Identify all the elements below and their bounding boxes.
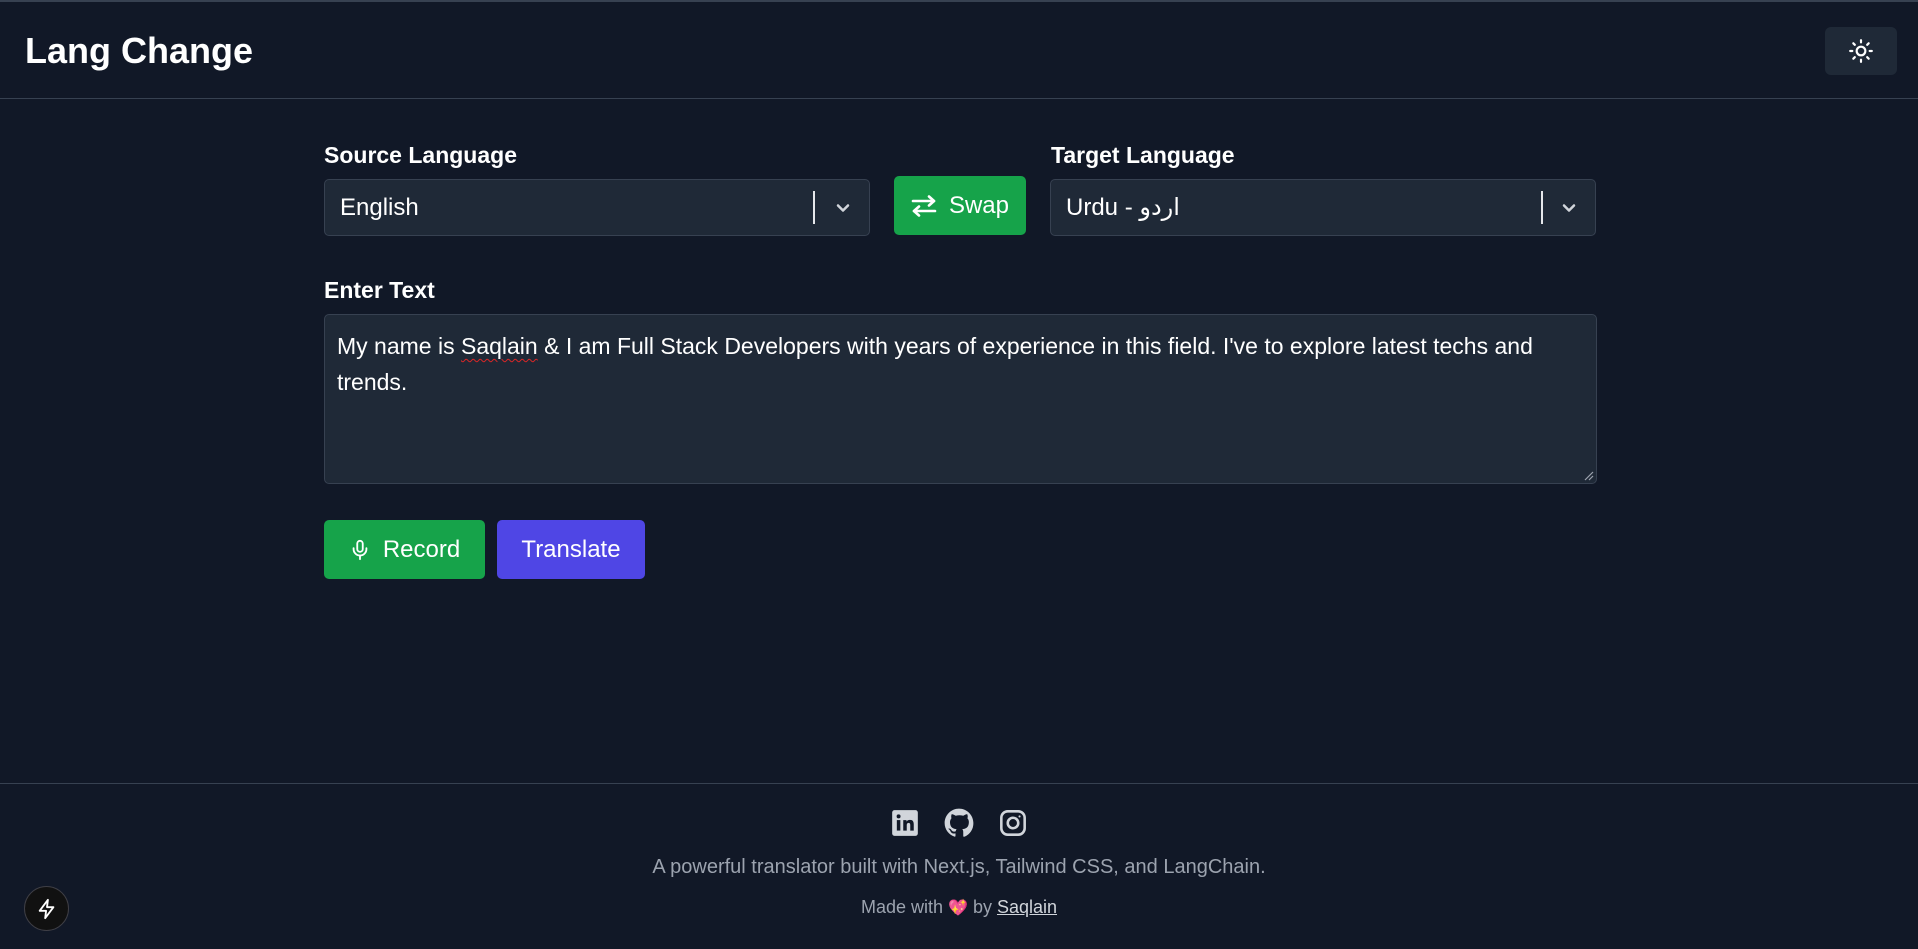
target-language-value: Urdu - اردو: [1066, 194, 1180, 221]
misspelled-word: Saqlain: [460, 333, 538, 359]
enter-text-label: Enter Text: [324, 277, 435, 303]
source-language-label: Source Language: [324, 142, 517, 168]
resize-handle-icon[interactable]: [1582, 469, 1594, 481]
linkedin-link[interactable]: [890, 808, 920, 838]
footer-tagline: A powerful translator built with Next.js…: [652, 856, 1266, 878]
translate-button[interactable]: Translate: [497, 520, 645, 579]
chevron-down-icon[interactable]: [1557, 196, 1581, 220]
social-links: [0, 808, 1918, 838]
heart-icon: 💖: [948, 900, 968, 917]
github-icon: [944, 808, 974, 837]
sun-icon: [1849, 39, 1873, 63]
source-language-select[interactable]: English: [324, 179, 870, 236]
record-button[interactable]: Record: [324, 520, 485, 579]
select-separator: [1541, 191, 1543, 224]
microphone-icon: [352, 539, 368, 560]
app-root: Lang Change Source Language English Swap…: [0, 0, 1918, 949]
made-with-text: Made with: [860, 897, 943, 917]
swap-arrows-icon: [911, 194, 937, 217]
author-link[interactable]: Saqlain: [997, 897, 1057, 917]
text-input-content: My name is: [337, 333, 461, 359]
dev-tools-button[interactable]: [24, 886, 69, 931]
select-separator: [813, 191, 815, 224]
target-language-label: Target Language: [1051, 142, 1235, 168]
instagram-link[interactable]: [998, 808, 1028, 838]
swap-button[interactable]: Swap: [894, 176, 1026, 235]
target-language-select[interactable]: Urdu - اردو: [1050, 179, 1596, 236]
footer-credit: Made with 💖 by Saqlain: [0, 895, 1918, 921]
translate-label: Translate: [521, 535, 621, 563]
record-label: Record: [382, 535, 461, 563]
footer: A powerful translator built with Next.js…: [0, 783, 1918, 949]
linkedin-icon: [892, 810, 918, 836]
top-bar: Lang Change: [0, 2, 1918, 99]
instagram-icon: [1000, 810, 1026, 836]
swap-label: Swap: [948, 191, 1010, 219]
chevron-down-icon[interactable]: [831, 196, 855, 220]
source-language-value: English: [340, 194, 419, 221]
by-text: by: [972, 897, 992, 917]
lightning-bolt-icon: [38, 898, 54, 919]
text-input[interactable]: My name is Saqlain & I am Full Stack Dev…: [324, 314, 1597, 484]
theme-toggle-button[interactable]: [1825, 27, 1897, 75]
app-title: Lang Change: [25, 30, 254, 71]
github-link[interactable]: [944, 808, 974, 838]
